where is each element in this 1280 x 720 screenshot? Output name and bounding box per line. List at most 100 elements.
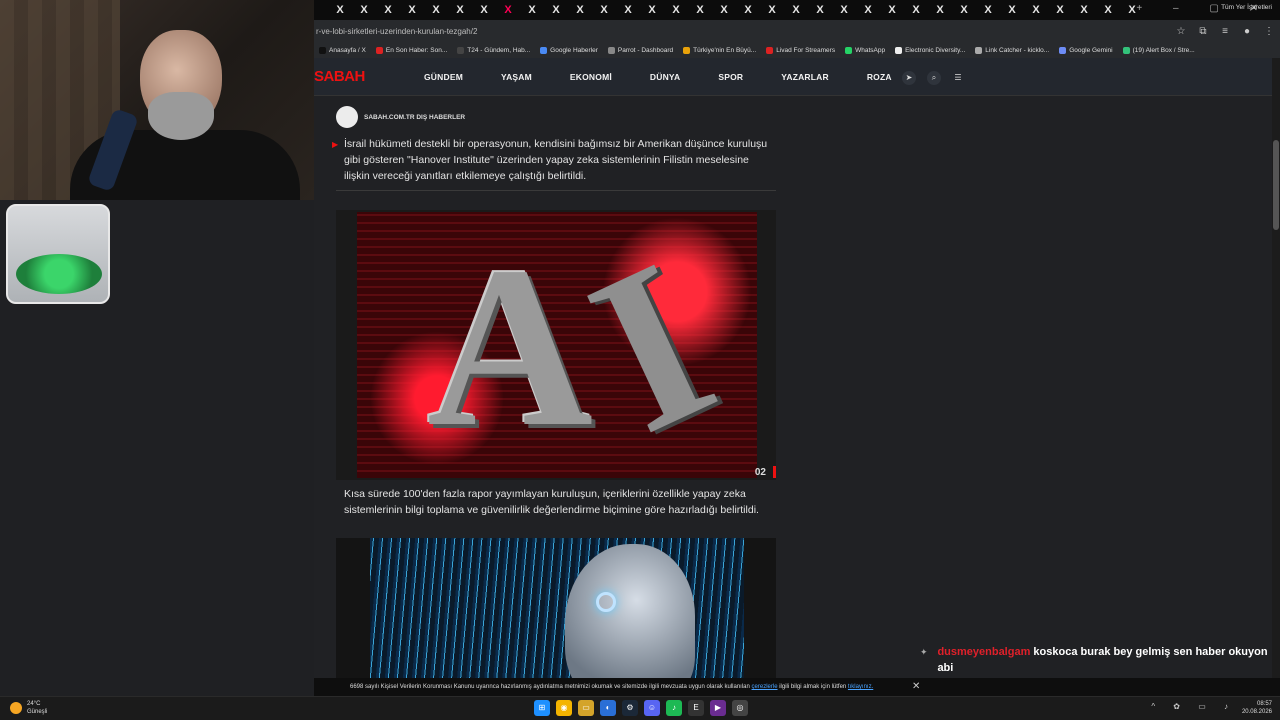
cookie-link-click[interactable]: tıklayınız.	[848, 684, 873, 690]
bookmark-item[interactable]: En Son Haber: Son...	[371, 46, 452, 54]
browser-tab[interactable]: X	[1072, 4, 1096, 16]
url-text[interactable]: r-ve-lobi-sirketleri-uzerinden-kurulan-t…	[314, 27, 1170, 36]
nav-item[interactable]: YAZARLAR	[781, 72, 829, 82]
browser-tab[interactable]: X	[1048, 4, 1072, 16]
robot-eye-glow	[596, 592, 616, 612]
profile-icon[interactable]: ●	[1236, 26, 1258, 37]
bookmark-item[interactable]: Livad For Streamers	[761, 46, 840, 54]
bookmark-favicon-icon	[1059, 46, 1067, 54]
bookmark-star-icon[interactable]: ☆	[1170, 26, 1192, 37]
browser-tab[interactable]: X	[784, 4, 808, 16]
browser-tab[interactable]: X	[712, 4, 736, 16]
browser-tab[interactable]: X	[976, 4, 1000, 16]
browser-tab[interactable]: X	[688, 4, 712, 16]
reading-list-icon[interactable]: ≡	[1214, 26, 1236, 37]
clock[interactable]: 08:57 20.08.2026	[1242, 700, 1272, 716]
weather-widget[interactable]: 24°C Güneşli	[10, 700, 47, 716]
browser-tab[interactable]: X	[496, 4, 520, 16]
bookmark-item[interactable]: Electronic Diversity...	[890, 46, 970, 54]
bookmark-item[interactable]: Google Gemini	[1054, 46, 1117, 54]
browser-tab[interactable]: X	[1000, 4, 1024, 16]
weather-desc: Güneşli	[27, 709, 48, 715]
menu-icon[interactable]: ⋮	[1258, 26, 1280, 37]
article-image-ai-letters[interactable]: A I 02	[336, 210, 776, 480]
search-icon[interactable]: ⌕	[927, 71, 941, 85]
browser-tab[interactable]: X	[760, 4, 784, 16]
epic-games-icon[interactable]: E	[688, 700, 704, 716]
browser-tab[interactable]: X	[520, 4, 544, 16]
steam-icon[interactable]: ⚙	[622, 700, 638, 716]
site-logo[interactable]: SABAH	[314, 68, 424, 85]
browser-tab[interactable]: X	[904, 4, 928, 16]
file-explorer-icon[interactable]: ▭	[578, 700, 594, 716]
streaming-app-icon[interactable]: ▶	[710, 700, 726, 716]
cookie-link-cerez[interactable]: çerezlerle	[752, 684, 778, 690]
browser-tab[interactable]: X	[856, 4, 880, 16]
scrollbar-thumb[interactable]	[1273, 140, 1279, 230]
paragraph-1-text: İsrail hükümeti destekli bir operasyonun…	[344, 138, 768, 182]
browser-tab[interactable]: X	[328, 4, 352, 16]
browser-tab[interactable]: X	[448, 4, 472, 16]
bookmark-item[interactable]: (19) Alert Box / Stre...	[1118, 46, 1200, 54]
bookmark-item[interactable]: T24 - Gündem, Hab...	[452, 46, 535, 54]
extensions-icon[interactable]: ⧉	[1192, 26, 1214, 37]
obs-icon[interactable]: ◎	[732, 700, 748, 716]
cookie-banner: 6698 sayılı Kişisel Verilerin Korunması …	[314, 678, 1280, 696]
bookmark-favicon-icon	[540, 46, 548, 54]
source-name: SABAH.COM.TR DIŞ HABERLER	[364, 113, 466, 121]
edge-icon[interactable]: ◐	[600, 700, 616, 716]
nav-item[interactable]: ROZA	[867, 72, 892, 82]
jar-balls	[16, 254, 102, 294]
close-icon[interactable]: ✕	[912, 681, 920, 692]
start-icon[interactable]: ⊞	[534, 700, 550, 716]
address-bar[interactable]: r-ve-lobi-sirketleri-uzerinden-kurulan-t…	[314, 20, 1280, 42]
bookmark-item[interactable]: Parrot - Dashboard	[603, 46, 678, 54]
browser-tab[interactable]: X	[952, 4, 976, 16]
nav-item[interactable]: SPOR	[718, 72, 743, 82]
browser-tab[interactable]: X	[568, 4, 592, 16]
browser-tab[interactable]: X	[808, 4, 832, 16]
hamburger-menu-icon[interactable]: ☰	[951, 71, 965, 85]
browser-tab[interactable]: X	[592, 4, 616, 16]
spotify-icon[interactable]: ♪	[666, 700, 682, 716]
article-image-ai-head[interactable]	[336, 538, 776, 696]
browser-tab[interactable]: X	[400, 4, 424, 16]
bookmark-label: Electronic Diversity...	[905, 46, 966, 54]
browser-tab[interactable]: X	[736, 4, 760, 16]
nav-item[interactable]: YAŞAM	[501, 72, 532, 82]
browser-tab[interactable]: X	[424, 4, 448, 16]
chat-username: dusmeyenbalgam	[937, 646, 1031, 658]
rocket-icon[interactable]: ➤	[902, 71, 916, 85]
browser-tab[interactable]: X	[880, 4, 904, 16]
browser-tab[interactable]: X	[376, 4, 400, 16]
browser-tab[interactable]: X	[1096, 4, 1120, 16]
robot-head-picture	[370, 538, 744, 696]
image-number-accent	[773, 466, 776, 478]
chat-badge-icon: ✦	[920, 647, 928, 657]
bookmark-item[interactable]: Link Catcher - kicklo...	[970, 46, 1054, 54]
nav-item[interactable]: GÜNDEM	[424, 72, 463, 82]
all-bookmarks[interactable]: Tüm Yer İşaretleri	[1221, 4, 1272, 11]
bookmark-item[interactable]: Anasayfa / X	[314, 46, 371, 54]
system-tray[interactable]: ^ ✿ ▭ ♪	[1151, 702, 1236, 711]
site-nav: GÜNDEM YAŞAM EKONOMİ DÜNYA SPOR YAZARLAR ROZA	[424, 72, 930, 82]
browser-tab[interactable]: X	[472, 4, 496, 16]
browser-tab[interactable]: X	[832, 4, 856, 16]
bookmark-item[interactable]: Türkiye'nin En Büyü...	[678, 46, 761, 54]
bookmark-item[interactable]: WhatsApp	[840, 46, 890, 54]
bookmark-item[interactable]: Google Haberler	[535, 46, 603, 54]
bookmark-label: WhatsApp	[855, 46, 886, 54]
browser-tab[interactable]: X	[928, 4, 952, 16]
chrome-icon[interactable]: ◉	[556, 700, 572, 716]
browser-tab[interactable]: X	[1024, 4, 1048, 16]
nav-item[interactable]: DÜNYA	[650, 72, 680, 82]
browser-tab[interactable]: X	[640, 4, 664, 16]
nav-item[interactable]: EKONOMİ	[570, 72, 612, 82]
webcam-overlay	[0, 0, 314, 200]
discord-icon[interactable]: ☺	[644, 700, 660, 716]
bookmark-favicon-icon	[607, 46, 615, 54]
browser-tab[interactable]: X	[352, 4, 376, 16]
browser-tab[interactable]: X	[544, 4, 568, 16]
browser-tab[interactable]: X	[664, 4, 688, 16]
browser-tab[interactable]: X	[616, 4, 640, 16]
